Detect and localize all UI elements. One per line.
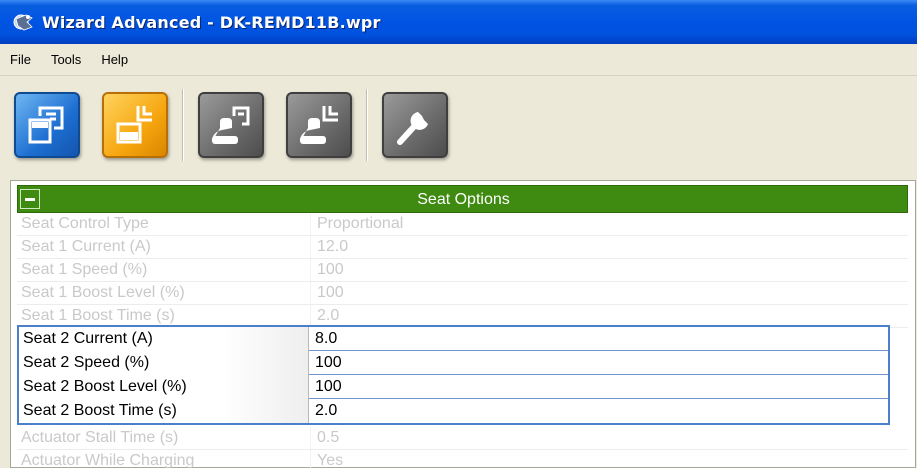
app-logo-icon <box>12 10 36 34</box>
property-grid-lower: Actuator Stall Time (s) 0.5 Actuator Whi… <box>17 427 908 468</box>
property-label: Seat 2 Boost Level (%) <box>19 375 309 399</box>
property-row: Seat 1 Speed (%) 100 <box>17 259 908 282</box>
property-label: Actuator While Charging <box>21 450 311 468</box>
property-row: Actuator Stall Time (s) 0.5 <box>17 427 908 450</box>
property-label: Seat 1 Boost Time (s) <box>21 305 311 327</box>
property-label: Seat 2 Speed (%) <box>19 351 309 375</box>
property-label: Seat 1 Boost Level (%) <box>21 282 311 304</box>
title-bar[interactable]: Wizard Advanced - DK-REMD11B.wpr <box>0 0 917 44</box>
read-from-device-icon <box>28 106 64 144</box>
settings-button[interactable] <box>382 92 448 158</box>
property-label: Seat 1 Speed (%) <box>21 259 311 281</box>
write-to-device-icon <box>116 106 152 144</box>
property-value-field[interactable]: 100 <box>311 351 891 375</box>
property-row[interactable]: Seat 2 Speed (%) 100 <box>19 351 888 375</box>
menu-bar: File Tools Help <box>0 44 917 76</box>
toolbar <box>0 77 917 173</box>
section-header[interactable]: Seat Options <box>17 185 908 213</box>
property-value-field[interactable]: 100 <box>311 375 891 399</box>
property-label: Seat 1 Current (A) <box>21 236 311 258</box>
property-value: 12.0 <box>317 238 349 255</box>
wrench-settings-icon <box>397 112 428 145</box>
property-label: Seat 2 Current (A) <box>19 327 309 351</box>
property-value: 2.0 <box>317 307 340 324</box>
property-value: Yes <box>317 452 344 468</box>
property-row[interactable]: Seat 2 Current (A) 8.0 <box>19 327 888 351</box>
property-grid-upper: Seat Control Type Proportional Seat 1 Cu… <box>17 213 908 328</box>
property-row[interactable]: Seat 2 Boost Level (%) 100 <box>19 375 888 399</box>
menu-file[interactable]: File <box>8 50 33 69</box>
property-row: Seat 1 Current (A) 12.0 <box>17 236 908 259</box>
toolbar-separator <box>366 89 368 161</box>
collapse-button[interactable] <box>20 189 40 209</box>
app-window: Wizard Advanced - DK-REMD11B.wpr File To… <box>0 0 917 468</box>
section-title: Seat Options <box>417 191 510 208</box>
toolbar-separator <box>182 89 184 161</box>
property-row: Actuator While Charging Yes <box>17 450 908 468</box>
options-panel: Seat Options Seat Control Type Proportio… <box>10 180 916 468</box>
write-to-chair-icon <box>300 106 338 144</box>
write-to-device-button[interactable] <box>102 92 168 158</box>
menu-help[interactable]: Help <box>99 50 130 69</box>
read-from-chair-button[interactable] <box>198 92 264 158</box>
property-value: 100 <box>317 284 344 301</box>
property-value: 0.5 <box>317 429 340 446</box>
read-from-device-button[interactable] <box>14 92 80 158</box>
property-row: Seat 1 Boost Level (%) 100 <box>17 282 908 305</box>
window-title: Wizard Advanced - DK-REMD11B.wpr <box>42 12 381 32</box>
property-label: Seat 2 Boost Time (s) <box>19 399 309 423</box>
property-row: Seat Control Type Proportional <box>17 213 908 236</box>
read-from-chair-icon <box>212 106 250 144</box>
write-to-chair-button[interactable] <box>286 92 352 158</box>
property-value-field[interactable]: 8.0 <box>311 327 891 351</box>
seat-2-property-group: Seat 2 Current (A) 8.0 Seat 2 Speed (%) … <box>17 325 890 425</box>
property-label: Actuator Stall Time (s) <box>21 427 311 449</box>
property-row[interactable]: Seat 2 Boost Time (s) 2.0 <box>19 399 888 423</box>
property-label: Seat Control Type <box>21 213 311 235</box>
menu-tools[interactable]: Tools <box>49 50 83 69</box>
property-value: 100 <box>317 261 344 278</box>
property-value: Proportional <box>317 215 404 232</box>
property-value-field[interactable]: 2.0 <box>311 399 891 423</box>
minus-icon <box>25 198 35 201</box>
